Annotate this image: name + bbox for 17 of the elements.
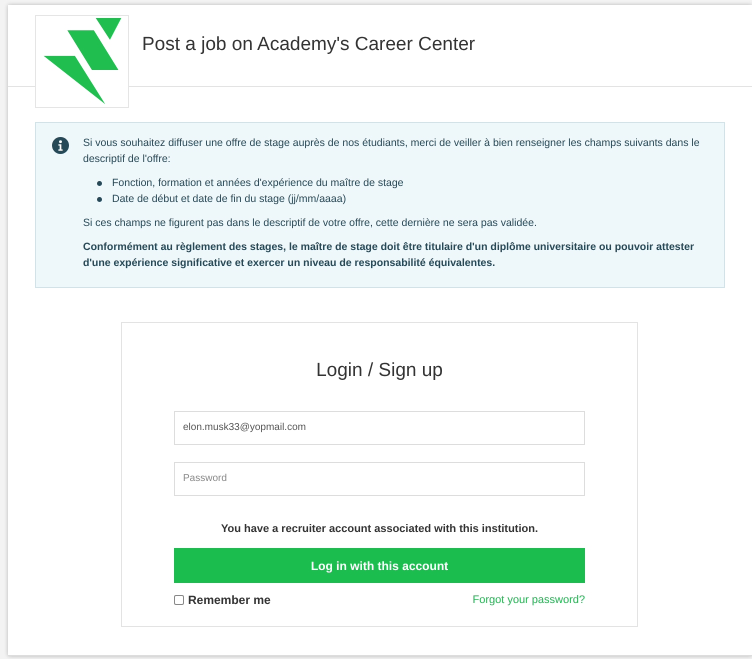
password-field[interactable]: Password: [174, 462, 585, 496]
notice-text: Si ces champs ne figurent pas dans le descriptif de votre offre, cette dernière ne sera pas validée.: [83, 216, 538, 231]
forgot-password-link[interactable]: Forgot your password?: [472, 592, 585, 608]
email-field[interactable]: elon.musk33@yopmail.com: [174, 410, 585, 444]
bullet-icon: [97, 196, 102, 202]
account-message: You have a recruiter account associated with this institution.: [220, 522, 538, 536]
login-title: Login / Sign up: [316, 359, 443, 383]
page-title: Post a job on Academy's Career Center: [142, 33, 476, 58]
notice-list-item: Date de début et date de fin du stage (jj/mm/aaaa): [112, 192, 346, 207]
notice-list-item: Fonction, formation et années d'expérience du maître de stage: [112, 176, 404, 191]
login-button[interactable]: Log in with this account: [174, 548, 585, 583]
remember-checkbox[interactable]: [174, 595, 184, 605]
remember-label: Remember me: [188, 592, 271, 609]
info-icon: [52, 137, 69, 154]
bullet-icon: [97, 180, 102, 186]
notice-text: Si vous souhaitez diffuser une offre de stage auprès de nos étudiants, merci de veiller à bien renseigner les champs suivants dans le descriptif de l'offre:: [83, 136, 701, 167]
notice-text: Conformément au règlement des stages, le maître de stage doit être titulaire d'un diplôme universitaire ou pouvoir attester d'une expérience significative et exercer un niveau de responsabilité équivalentes.: [83, 240, 696, 271]
